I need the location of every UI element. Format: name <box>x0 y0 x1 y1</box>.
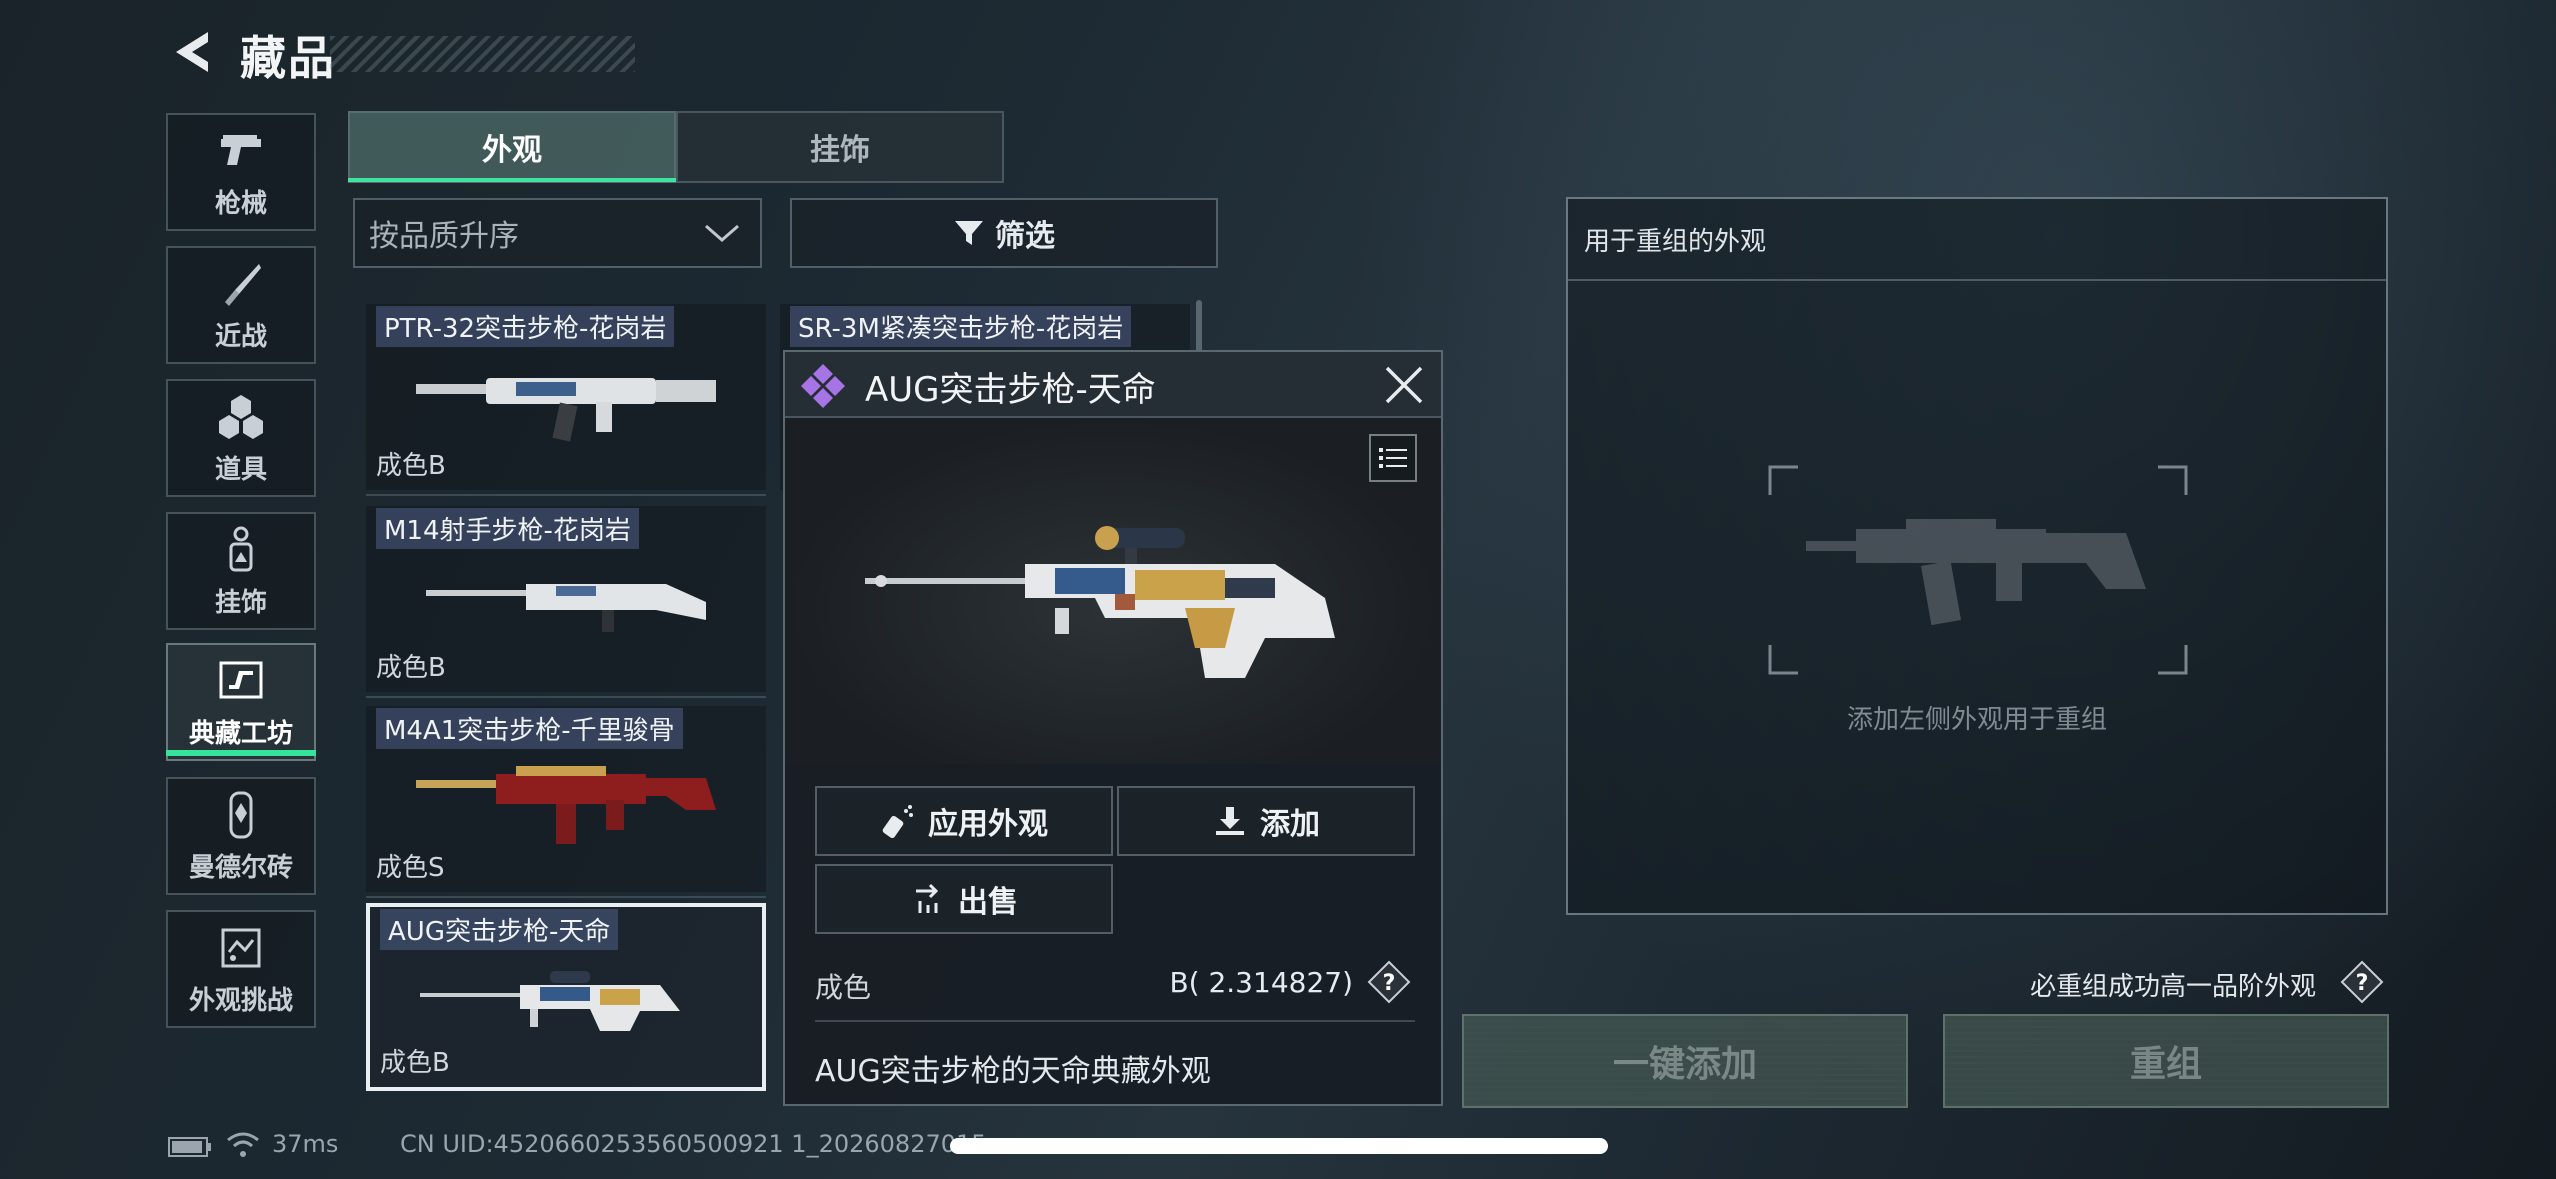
download-tray-icon <box>1216 807 1244 835</box>
ping-readout: 37ms <box>272 1130 339 1158</box>
rarity-diamond-icon <box>801 364 845 408</box>
sidebar-item-label: 曼德尔砖 <box>188 852 293 883</box>
skin-card-wear: 成色B <box>376 653 446 683</box>
skin-detail-popup: AUG突击步枪-天命 应用外观 添加 出售 成色 B(2.314827) ? … <box>783 350 1443 1106</box>
skin-card[interactable]: PTR-32突击步枪-花岗岩 成色B <box>366 304 766 496</box>
sidebar-item-label: 外观挑战 <box>188 985 293 1016</box>
quick-add-button[interactable]: 一键添加 <box>1462 1014 1908 1108</box>
charm-icon <box>229 526 253 571</box>
help-icon[interactable]: ? <box>1367 960 1411 1004</box>
rifle-silhouette-icon <box>1806 519 2146 626</box>
recombine-panel-title: 用于重组的外观 <box>1584 227 1767 257</box>
svg-text:?: ? <box>1383 971 1396 996</box>
home-indicator[interactable] <box>950 1138 1608 1154</box>
skin-card[interactable]: M4A1突击步枪-千里骏骨 成色S <box>366 706 766 898</box>
tab-charms[interactable]: 挂饰 <box>676 111 1004 183</box>
recombine-panel-header: 用于重组的外观 <box>1568 199 2386 281</box>
recombine-button[interactable]: 重组 <box>1943 1014 2389 1108</box>
divider <box>366 896 766 898</box>
aug-rifle-image <box>865 526 1335 678</box>
list-icon <box>1379 448 1407 468</box>
sort-dropdown-value: 按品质升序 <box>369 219 519 254</box>
battery-icon <box>168 1137 211 1157</box>
divider <box>366 494 766 496</box>
sidebar-active-indicator <box>166 750 316 756</box>
grenade-icon <box>219 394 263 439</box>
skin-description: AUG突击步枪的天命典藏外观 <box>815 1054 1211 1089</box>
filter-button[interactable]: 筛选 <box>790 198 1218 268</box>
spray-can-icon <box>882 805 913 839</box>
weapon-preview <box>785 418 1441 764</box>
skin-card-name: AUG突击步枪-天命 <box>380 909 619 950</box>
wear-key: 成色 <box>815 971 872 1004</box>
rifle-image <box>416 378 716 442</box>
sidebar-item-label: 典藏工坊 <box>188 718 293 749</box>
add-label: 添加 <box>1260 807 1320 842</box>
sidebar-item-label: 枪械 <box>214 188 267 219</box>
apply-skin-button[interactable]: 应用外观 <box>815 786 1113 856</box>
sidebar-item-melee[interactable]: 近战 <box>166 246 316 364</box>
guarantee-note: 必重组成功高一品阶外观 <box>2030 966 2316 1003</box>
recombine-panel: 用于重组的外观 添加左侧外观用于重组 <box>1566 197 2388 915</box>
rifle-image <box>420 971 680 1031</box>
challenge-icon <box>221 928 261 967</box>
sidebar-item-workshop[interactable]: 典藏工坊 <box>166 643 316 761</box>
popup-title: AUG突击步枪-天命 <box>865 370 1156 410</box>
wear-row: 成色 B( 2.314827) ? <box>815 958 1415 1008</box>
skin-card[interactable]: M14射手步枪-花岗岩 成色B <box>366 506 766 698</box>
svg-text:?: ? <box>2356 971 2369 996</box>
sort-dropdown[interactable]: 按品质升序 <box>353 198 762 268</box>
rifle-image <box>416 766 716 844</box>
tab-skins[interactable]: 外观 <box>348 111 676 183</box>
skin-card-selected[interactable]: AUG突击步枪-天命 成色B <box>366 903 766 1091</box>
divider <box>815 1020 1415 1022</box>
sidebar-item-label: 近战 <box>214 321 267 352</box>
filter-button-label: 筛选 <box>995 219 1055 254</box>
back-arrow-icon[interactable] <box>168 26 218 78</box>
skin-card-wear: 成色B <box>376 451 446 481</box>
sidebar-item-label: 道具 <box>214 454 267 485</box>
workshop-icon <box>219 661 263 698</box>
page-title: 藏品 <box>240 31 336 85</box>
wear-value: B( 2.314827) <box>1169 966 1353 999</box>
skin-card-name: PTR-32突击步枪-花岗岩 <box>376 306 675 347</box>
sidebar-item-mandel-brick[interactable]: 曼德尔砖 <box>166 777 316 895</box>
user-uid: CN UID:4520660253560500921 1_20260827015 <box>400 1130 987 1158</box>
sell-button[interactable]: 出售 <box>815 864 1113 934</box>
empty-slot-hint: 添加左侧外观用于重组 <box>1846 705 2107 735</box>
skin-card-wear: 成色B <box>380 1048 450 1078</box>
sidebar-item-guns[interactable]: 枪械 <box>166 113 316 231</box>
knife-icon <box>225 263 261 306</box>
sidebar-item-label: 挂饰 <box>214 587 267 618</box>
sell-exchange-icon <box>916 883 939 913</box>
sidebar-item-items[interactable]: 道具 <box>166 379 316 497</box>
rifle-image <box>426 584 706 632</box>
wifi-icon <box>227 1132 259 1157</box>
divider <box>366 696 766 698</box>
popup-header: AUG突击步枪-天命 <box>785 352 1441 418</box>
details-list-button[interactable] <box>1369 434 1417 482</box>
skin-card-name: M4A1突击步枪-千里骏骨 <box>376 708 683 749</box>
skin-card-name: SR-3M紧凑突击步枪-花岗岩 <box>790 306 1132 347</box>
chevron-down-icon <box>705 224 739 242</box>
skin-card-name: M14射手步枪-花岗岩 <box>376 508 639 549</box>
pistol-icon <box>221 134 261 165</box>
tab-active-underline <box>348 178 676 182</box>
sidebar-item-charms[interactable]: 挂饰 <box>166 512 316 630</box>
skin-card-wear: 成色S <box>376 853 445 883</box>
add-button[interactable]: 添加 <box>1117 786 1415 856</box>
sidebar-item-skin-challenge[interactable]: 外观挑战 <box>166 910 316 1028</box>
filter-icon <box>955 221 983 245</box>
apply-skin-label: 应用外观 <box>928 807 1048 842</box>
sell-label: 出售 <box>958 885 1018 920</box>
header-stripes-decoration <box>330 36 635 72</box>
brick-icon <box>229 791 253 838</box>
guarantee-text: 必重组成功高一品阶外观 <box>2030 972 2317 1002</box>
help-icon[interactable]: ? <box>2340 960 2384 1004</box>
close-icon[interactable] <box>1381 362 1427 408</box>
